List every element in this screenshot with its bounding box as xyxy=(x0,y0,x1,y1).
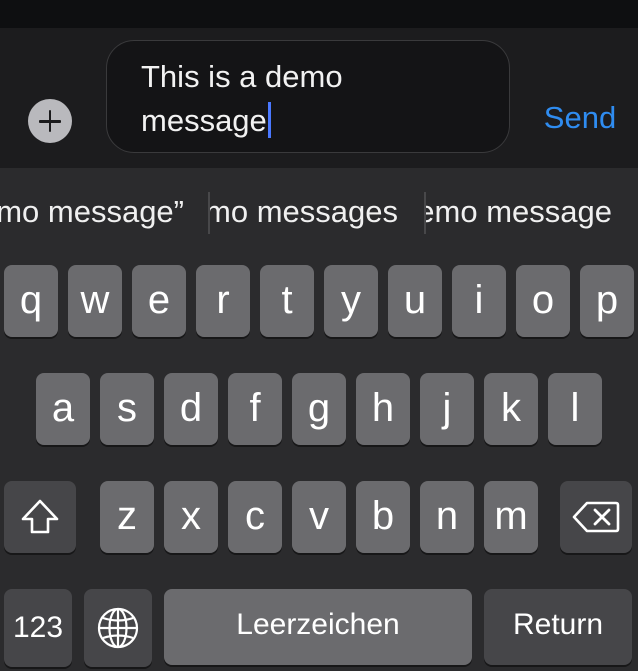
predictive-text-bar: “demo message” demo messages demo messag… xyxy=(0,168,638,254)
key-t[interactable]: t xyxy=(260,265,314,337)
backspace-icon xyxy=(572,501,620,533)
backspace-key[interactable] xyxy=(560,481,632,553)
numbers-key[interactable]: 123 xyxy=(4,589,72,667)
message-text: This is a demo message xyxy=(141,59,343,138)
key-d[interactable]: d xyxy=(164,373,218,445)
shift-icon xyxy=(21,499,59,534)
space-key[interactable]: Leerzeichen xyxy=(164,589,472,665)
key-j[interactable]: j xyxy=(420,373,474,445)
send-button[interactable]: Send xyxy=(534,96,626,140)
text-caret xyxy=(267,102,271,138)
key-g[interactable]: g xyxy=(292,373,346,445)
key-v[interactable]: v xyxy=(292,481,346,553)
suggestion-1-label: “demo message” xyxy=(0,194,184,229)
key-e[interactable]: e xyxy=(132,265,186,337)
key-k[interactable]: k xyxy=(484,373,538,445)
key-l[interactable]: l xyxy=(548,373,602,445)
key-i[interactable]: i xyxy=(452,265,506,337)
key-m[interactable]: m xyxy=(484,481,538,553)
key-y[interactable]: y xyxy=(324,265,378,337)
suggestion-2[interactable]: demo messages xyxy=(210,190,424,234)
return-key[interactable]: Return xyxy=(484,589,632,665)
key-f[interactable]: f xyxy=(228,373,282,445)
globe-key[interactable] xyxy=(84,589,152,667)
key-p[interactable]: p xyxy=(580,265,634,337)
key-x[interactable]: x xyxy=(164,481,218,553)
key-q[interactable]: q xyxy=(4,265,58,337)
key-u[interactable]: u xyxy=(388,265,442,337)
suggestion-1[interactable]: “demo message” xyxy=(0,190,200,234)
key-z[interactable]: z xyxy=(100,481,154,553)
suggestion-3-label: demo message xyxy=(426,194,612,229)
key-s[interactable]: s xyxy=(100,373,154,445)
add-attachment-button[interactable] xyxy=(28,99,72,143)
suggestion-2-label: demo messages xyxy=(210,194,398,229)
key-a[interactable]: a xyxy=(36,373,90,445)
key-w[interactable]: w xyxy=(68,265,122,337)
key-h[interactable]: h xyxy=(356,373,410,445)
message-input-text: This is a demo message xyxy=(141,55,471,143)
key-r[interactable]: r xyxy=(196,265,250,337)
suggestion-3[interactable]: demo message xyxy=(426,190,638,234)
shift-key[interactable] xyxy=(4,481,76,553)
message-input[interactable]: This is a demo message xyxy=(106,40,510,153)
top-strip xyxy=(0,0,638,28)
globe-icon xyxy=(97,607,139,649)
key-b[interactable]: b xyxy=(356,481,410,553)
key-c[interactable]: c xyxy=(228,481,282,553)
key-o[interactable]: o xyxy=(516,265,570,337)
key-n[interactable]: n xyxy=(420,481,474,553)
message-composer: This is a demo message Send xyxy=(0,28,638,168)
